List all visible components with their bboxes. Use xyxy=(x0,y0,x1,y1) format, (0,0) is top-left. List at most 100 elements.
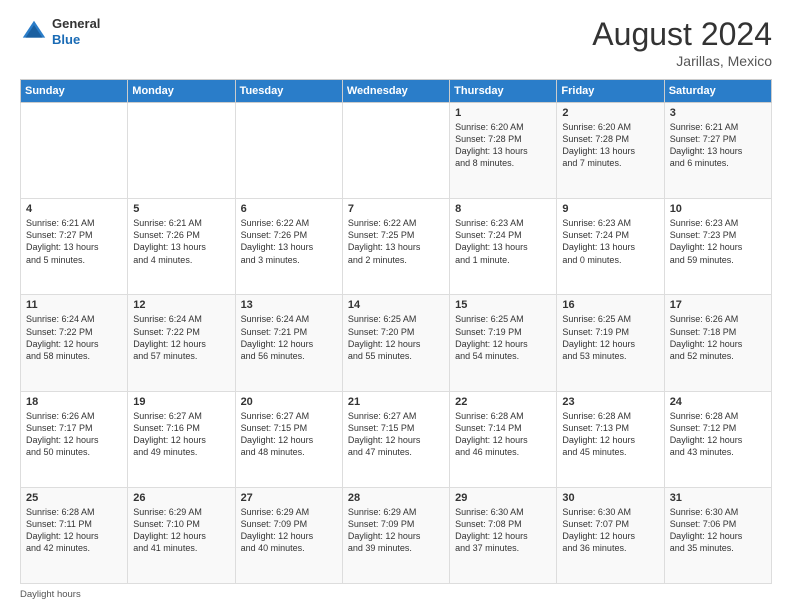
day-cell: 17 Sunrise: 6:26 AM Sunset: 7:18 PM Dayli… xyxy=(664,295,771,391)
day-number: 10 xyxy=(670,203,766,215)
day-info: Sunrise: 6:28 AM Sunset: 7:12 PM Dayligh… xyxy=(670,410,766,459)
weekday-header-friday: Friday xyxy=(557,80,664,103)
day-info: Sunrise: 6:24 AM Sunset: 7:22 PM Dayligh… xyxy=(133,313,229,362)
logo-general: General xyxy=(52,16,100,32)
day-info: Sunrise: 6:29 AM Sunset: 7:09 PM Dayligh… xyxy=(241,506,337,555)
weekday-header-wednesday: Wednesday xyxy=(342,80,449,103)
logo-icon xyxy=(20,18,48,46)
day-number: 15 xyxy=(455,299,551,311)
day-number: 4 xyxy=(26,203,122,215)
day-number: 2 xyxy=(562,107,658,119)
day-number: 24 xyxy=(670,396,766,408)
day-cell: 23Sunrise: 6:28 AM Sunset: 7:13 PM Dayli… xyxy=(557,391,664,487)
day-cell: 14 Sunrise: 6:25 AM Sunset: 7:20 PM Dayli… xyxy=(342,295,449,391)
day-cell xyxy=(21,103,128,199)
calendar: SundayMondayTuesdayWednesdayThursdayFrid… xyxy=(20,79,772,584)
day-number: 20 xyxy=(241,396,337,408)
day-cell: 19 Sunrise: 6:27 AM Sunset: 7:16 PM Dayli… xyxy=(128,391,235,487)
day-info: Sunrise: 6:21 AM Sunset: 7:26 PM Dayligh… xyxy=(133,217,229,266)
day-cell: 20 Sunrise: 6:27 AM Sunset: 7:15 PM Dayli… xyxy=(235,391,342,487)
weekday-header-thursday: Thursday xyxy=(450,80,557,103)
day-info: Sunrise: 6:26 AM Sunset: 7:18 PM Dayligh… xyxy=(670,313,766,362)
weekday-header-sunday: Sunday xyxy=(21,80,128,103)
calendar-body: 1 Sunrise: 6:20 AM Sunset: 7:28 PM Daylig… xyxy=(21,103,772,584)
day-cell: 13 Sunrise: 6:24 AM Sunset: 7:21 PM Dayli… xyxy=(235,295,342,391)
day-cell xyxy=(128,103,235,199)
week-row-4: 18Sunrise: 6:26 AM Sunset: 7:17 PM Dayli… xyxy=(21,391,772,487)
day-number: 14 xyxy=(348,299,444,311)
logo: General Blue xyxy=(20,16,100,47)
day-info: Sunrise: 6:30 AM Sunset: 7:08 PM Dayligh… xyxy=(455,506,551,555)
day-info: Sunrise: 6:21 AM Sunset: 7:27 PM Dayligh… xyxy=(670,121,766,170)
day-cell: 2 Sunrise: 6:20 AM Sunset: 7:28 PM Daylig… xyxy=(557,103,664,199)
header: General Blue August 2024 Jarillas, Mexic… xyxy=(20,16,772,69)
day-number: 31 xyxy=(670,492,766,504)
day-number: 29 xyxy=(455,492,551,504)
day-info: Sunrise: 6:30 AM Sunset: 7:07 PM Dayligh… xyxy=(562,506,658,555)
day-number: 19 xyxy=(133,396,229,408)
day-info: Sunrise: 6:22 AM Sunset: 7:26 PM Dayligh… xyxy=(241,217,337,266)
day-info: Sunrise: 6:20 AM Sunset: 7:28 PM Dayligh… xyxy=(562,121,658,170)
day-number: 12 xyxy=(133,299,229,311)
day-info: Sunrise: 6:22 AM Sunset: 7:25 PM Dayligh… xyxy=(348,217,444,266)
day-cell: 27 Sunrise: 6:29 AM Sunset: 7:09 PM Dayli… xyxy=(235,487,342,583)
day-info: Sunrise: 6:28 AM Sunset: 7:14 PM Dayligh… xyxy=(455,410,551,459)
day-info: Sunrise: 6:25 AM Sunset: 7:19 PM Dayligh… xyxy=(562,313,658,362)
day-cell: 11 Sunrise: 6:24 AM Sunset: 7:22 PM Dayli… xyxy=(21,295,128,391)
month-year: August 2024 xyxy=(592,16,772,53)
week-row-2: 4 Sunrise: 6:21 AM Sunset: 7:27 PM Daylig… xyxy=(21,199,772,295)
logo-blue: Blue xyxy=(52,32,100,48)
day-cell: 15 Sunrise: 6:25 AM Sunset: 7:19 PM Dayli… xyxy=(450,295,557,391)
calendar-table: SundayMondayTuesdayWednesdayThursdayFrid… xyxy=(20,79,772,584)
day-number: 27 xyxy=(241,492,337,504)
day-cell: 1 Sunrise: 6:20 AM Sunset: 7:28 PM Daylig… xyxy=(450,103,557,199)
day-cell: 5 Sunrise: 6:21 AM Sunset: 7:26 PM Daylig… xyxy=(128,199,235,295)
day-number: 28 xyxy=(348,492,444,504)
day-number: 3 xyxy=(670,107,766,119)
day-info: Sunrise: 6:24 AM Sunset: 7:21 PM Dayligh… xyxy=(241,313,337,362)
day-number: 9 xyxy=(562,203,658,215)
day-info: Sunrise: 6:27 AM Sunset: 7:16 PM Dayligh… xyxy=(133,410,229,459)
day-info: Sunrise: 6:25 AM Sunset: 7:19 PM Dayligh… xyxy=(455,313,551,362)
day-number: 6 xyxy=(241,203,337,215)
day-info: Sunrise: 6:29 AM Sunset: 7:09 PM Dayligh… xyxy=(348,506,444,555)
week-row-5: 25Sunrise: 6:28 AM Sunset: 7:11 PM Dayli… xyxy=(21,487,772,583)
day-info: Sunrise: 6:21 AM Sunset: 7:27 PM Dayligh… xyxy=(26,217,122,266)
day-number: 26 xyxy=(133,492,229,504)
day-number: 13 xyxy=(241,299,337,311)
day-cell xyxy=(342,103,449,199)
day-number: 21 xyxy=(348,396,444,408)
day-number: 30 xyxy=(562,492,658,504)
day-cell: 24 Sunrise: 6:28 AM Sunset: 7:12 PM Dayli… xyxy=(664,391,771,487)
day-cell: 26Sunrise: 6:29 AM Sunset: 7:10 PM Dayli… xyxy=(128,487,235,583)
day-info: Sunrise: 6:26 AM Sunset: 7:17 PM Dayligh… xyxy=(26,410,122,459)
day-info: Sunrise: 6:25 AM Sunset: 7:20 PM Dayligh… xyxy=(348,313,444,362)
calendar-header: SundayMondayTuesdayWednesdayThursdayFrid… xyxy=(21,80,772,103)
day-cell: 18Sunrise: 6:26 AM Sunset: 7:17 PM Dayli… xyxy=(21,391,128,487)
day-cell: 8Sunrise: 6:23 AM Sunset: 7:24 PM Daylig… xyxy=(450,199,557,295)
day-number: 23 xyxy=(562,396,658,408)
day-number: 1 xyxy=(455,107,551,119)
day-cell: 28 Sunrise: 6:29 AM Sunset: 7:09 PM Dayli… xyxy=(342,487,449,583)
day-cell: 25Sunrise: 6:28 AM Sunset: 7:11 PM Dayli… xyxy=(21,487,128,583)
week-row-1: 1 Sunrise: 6:20 AM Sunset: 7:28 PM Daylig… xyxy=(21,103,772,199)
day-number: 17 xyxy=(670,299,766,311)
day-cell: 30 Sunrise: 6:30 AM Sunset: 7:07 PM Dayli… xyxy=(557,487,664,583)
day-info: Sunrise: 6:23 AM Sunset: 7:24 PM Dayligh… xyxy=(562,217,658,266)
day-number: 11 xyxy=(26,299,122,311)
day-info: Sunrise: 6:27 AM Sunset: 7:15 PM Dayligh… xyxy=(241,410,337,459)
day-info: Sunrise: 6:27 AM Sunset: 7:15 PM Dayligh… xyxy=(348,410,444,459)
day-info: Sunrise: 6:28 AM Sunset: 7:11 PM Dayligh… xyxy=(26,506,122,555)
day-info: Sunrise: 6:24 AM Sunset: 7:22 PM Dayligh… xyxy=(26,313,122,362)
day-number: 5 xyxy=(133,203,229,215)
day-info: Sunrise: 6:30 AM Sunset: 7:06 PM Dayligh… xyxy=(670,506,766,555)
page: General Blue August 2024 Jarillas, Mexic… xyxy=(0,0,792,612)
day-cell: 16Sunrise: 6:25 AM Sunset: 7:19 PM Dayli… xyxy=(557,295,664,391)
day-number: 7 xyxy=(348,203,444,215)
weekday-header-monday: Monday xyxy=(128,80,235,103)
day-info: Sunrise: 6:20 AM Sunset: 7:28 PM Dayligh… xyxy=(455,121,551,170)
day-cell: 4 Sunrise: 6:21 AM Sunset: 7:27 PM Daylig… xyxy=(21,199,128,295)
day-cell: 22Sunrise: 6:28 AM Sunset: 7:14 PM Dayli… xyxy=(450,391,557,487)
day-cell: 10Sunrise: 6:23 AM Sunset: 7:23 PM Dayli… xyxy=(664,199,771,295)
location: Jarillas, Mexico xyxy=(592,53,772,69)
